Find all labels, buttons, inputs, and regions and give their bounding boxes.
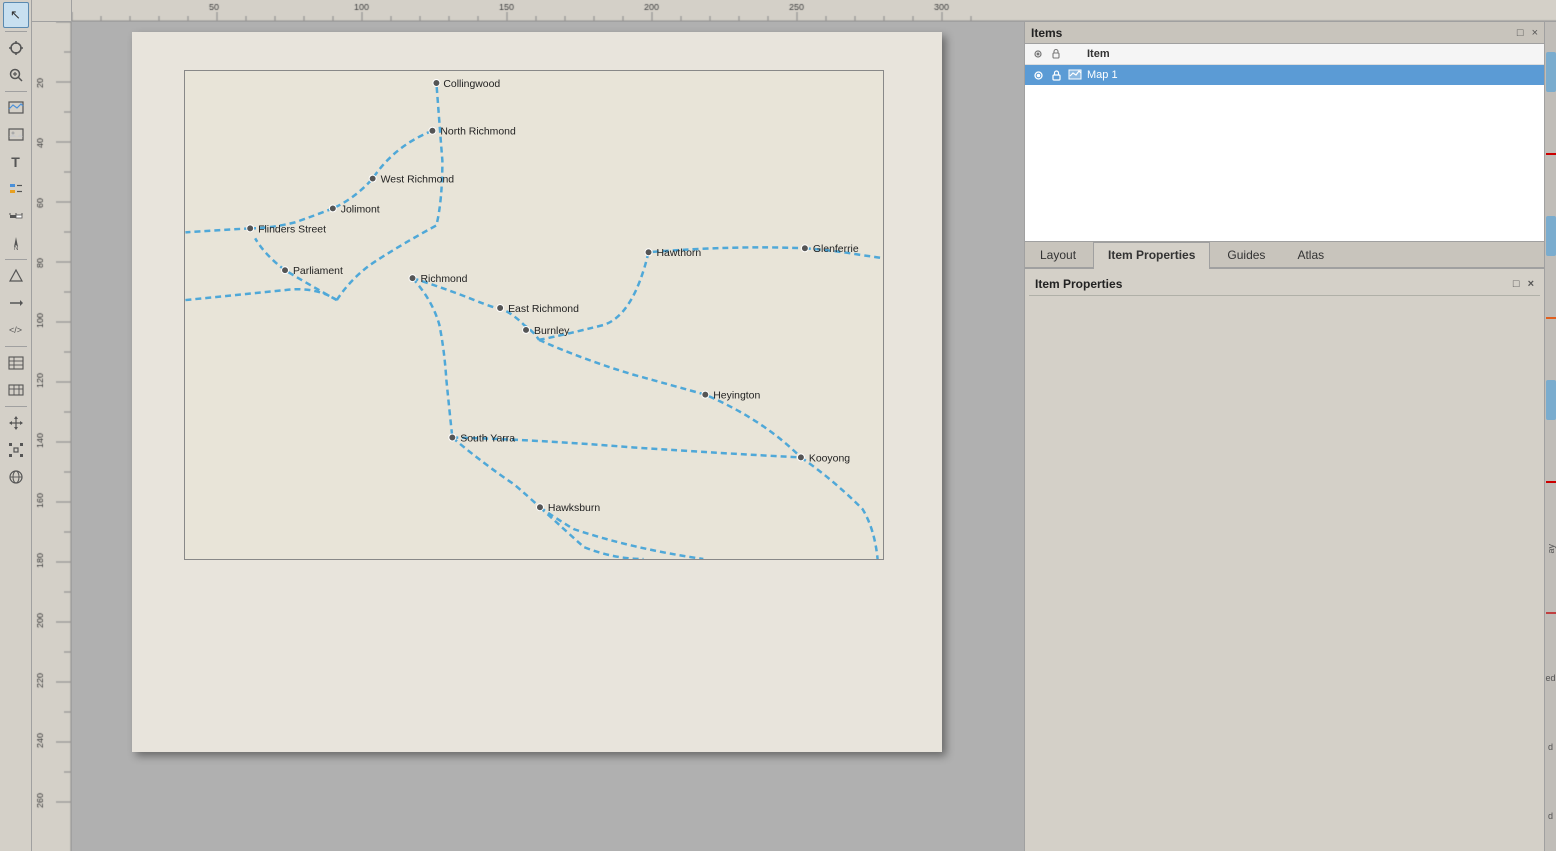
- items-list-row-map1[interactable]: Map 1: [1025, 65, 1544, 85]
- add-scalebar-tool[interactable]: [3, 203, 29, 229]
- right-strip-label4: d: [1548, 811, 1553, 821]
- edit-nodes-tool[interactable]: [3, 437, 29, 463]
- right-strip-marker3: [1546, 481, 1556, 483]
- add-fixed-table[interactable]: [3, 377, 29, 403]
- left-ruler: [32, 22, 72, 851]
- svg-text:Collingwood: Collingwood: [443, 79, 500, 90]
- item-props-body: [1029, 296, 1540, 312]
- tab-guides[interactable]: Guides: [1212, 242, 1280, 267]
- right-strip-label: ay: [1546, 544, 1556, 554]
- item-props-float-btn[interactable]: □: [1513, 278, 1520, 290]
- top-ruler: [72, 0, 1556, 22]
- items-panel-close-btn[interactable]: ×: [1532, 27, 1538, 39]
- right-strip-label3: d: [1548, 742, 1553, 752]
- svg-text:Richmond: Richmond: [420, 274, 467, 285]
- svg-text:Parliament: Parliament: [293, 266, 343, 277]
- items-panel-header: Items □ ×: [1025, 22, 1544, 44]
- add-html-tool[interactable]: </>: [3, 317, 29, 343]
- add-map-tool[interactable]: [3, 95, 29, 121]
- label-col-header: Item: [1087, 48, 1538, 60]
- add-north-arrow[interactable]: N: [3, 230, 29, 256]
- lock-col-header: [1049, 47, 1063, 61]
- svg-text:Kooyong: Kooyong: [809, 453, 850, 464]
- add-image-tool[interactable]: [3, 122, 29, 148]
- right-strip: ay ed d d: [1544, 22, 1556, 851]
- svg-text:North Richmond: North Richmond: [440, 127, 516, 138]
- svg-text:Hawthorn: Hawthorn: [656, 248, 701, 259]
- svg-text:N: N: [14, 246, 18, 251]
- items-panel-header-icons: □ ×: [1517, 27, 1538, 39]
- left-toolbar: ↖ T N </>: [0, 0, 32, 851]
- type-col-header: [1067, 46, 1083, 62]
- items-panel-float-btn[interactable]: □: [1517, 27, 1524, 39]
- top-ruler-container: [32, 0, 1556, 22]
- zoom-in-tool[interactable]: [3, 62, 29, 88]
- pan-tool[interactable]: [3, 35, 29, 61]
- items-list-header: Item: [1025, 44, 1544, 65]
- canvas-wrapper: Collingwood North Richmond Parliament We…: [32, 22, 1556, 851]
- map1-lock[interactable]: [1049, 68, 1063, 82]
- right-strip-marker1: [1546, 153, 1556, 155]
- right-strip-label2: ed: [1545, 673, 1555, 683]
- right-strip-marker2: [1546, 317, 1556, 319]
- add-table-tool[interactable]: [3, 350, 29, 376]
- add-legend-tool[interactable]: [3, 176, 29, 202]
- map-frame[interactable]: Collingwood North Richmond Parliament We…: [184, 70, 884, 560]
- map1-type-icon: [1067, 67, 1083, 83]
- right-strip-marker4: [1546, 612, 1556, 614]
- tab-layout[interactable]: Layout: [1025, 242, 1091, 267]
- tabs-bar: Layout Item Properties Guides Atlas: [1025, 242, 1544, 269]
- items-panel-title: Items: [1031, 26, 1062, 40]
- svg-text:East Richmond: East Richmond: [508, 304, 579, 315]
- map-svg: Collingwood North Richmond Parliament We…: [185, 71, 883, 559]
- add-shape-tool[interactable]: [3, 263, 29, 289]
- svg-text:South Yarra: South Yarra: [460, 433, 515, 444]
- visibility-col-header: [1031, 47, 1045, 61]
- tab-atlas[interactable]: Atlas: [1282, 242, 1339, 267]
- item-props-title-icons: □ ×: [1513, 278, 1534, 290]
- items-list: Item Map 1: [1025, 44, 1544, 241]
- svg-text:Glenferrie: Glenferrie: [813, 244, 859, 255]
- tab-item-properties[interactable]: Item Properties: [1093, 242, 1210, 269]
- canvas-scroll[interactable]: Collingwood North Richmond Parliament We…: [72, 22, 1024, 851]
- page: Collingwood North Richmond Parliament We…: [132, 32, 942, 752]
- item-props-title-text: Item Properties: [1035, 277, 1122, 291]
- corner-box: [32, 0, 72, 22]
- item-props-title: Item Properties □ ×: [1029, 273, 1540, 296]
- right-strip-handle-mid[interactable]: [1546, 216, 1556, 256]
- select-tool[interactable]: ↖: [3, 2, 29, 28]
- svg-text:West Richmond: West Richmond: [381, 175, 455, 186]
- right-strip-handle-bot[interactable]: [1546, 380, 1556, 420]
- item-props-close-btn[interactable]: ×: [1528, 278, 1534, 290]
- svg-text:Hawksburn: Hawksburn: [548, 503, 600, 514]
- right-strip-handle-top[interactable]: [1546, 52, 1556, 92]
- svg-text:Flinders Street: Flinders Street: [258, 224, 326, 235]
- move-content-tool[interactable]: [3, 410, 29, 436]
- right-panel: Items □ ×: [1024, 22, 1544, 851]
- props-content: Item Properties □ ×: [1025, 269, 1544, 851]
- svg-text:Burnley: Burnley: [534, 326, 570, 337]
- add-arrow-tool[interactable]: [3, 290, 29, 316]
- svg-text:Heyington: Heyington: [713, 391, 760, 402]
- add-text-tool[interactable]: T: [3, 149, 29, 175]
- svg-text:Jolimont: Jolimont: [341, 204, 380, 215]
- items-panel: Items □ ×: [1025, 22, 1544, 242]
- atlas-settings-tool[interactable]: [3, 464, 29, 490]
- main-area: Collingwood North Richmond Parliament We…: [32, 0, 1556, 851]
- map1-label: Map 1: [1087, 69, 1538, 81]
- props-panel: Layout Item Properties Guides Atlas Item…: [1025, 242, 1544, 851]
- map1-visibility[interactable]: [1031, 68, 1045, 82]
